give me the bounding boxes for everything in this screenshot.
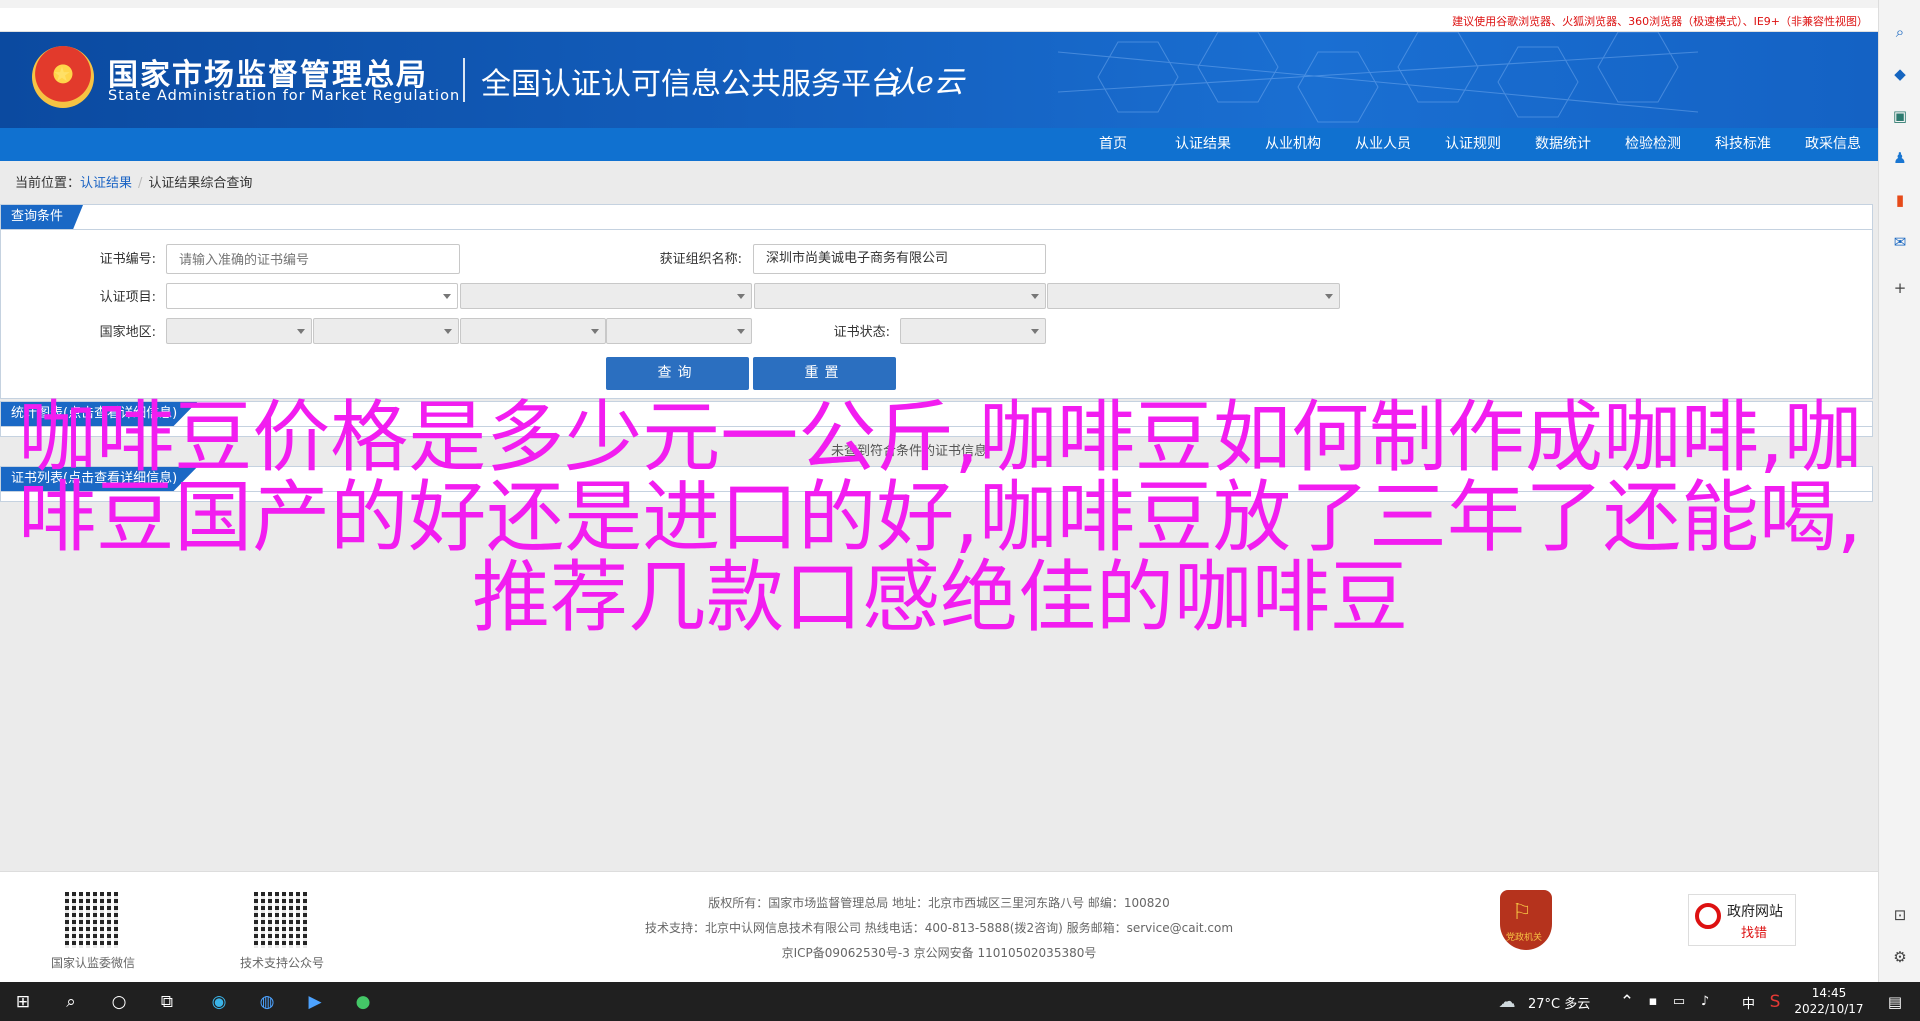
cert-no-input[interactable] [166,244,460,274]
region-label: 国家地区: [99,325,156,340]
app-icon-3[interactable]: ▶ [302,989,328,1015]
nav-inspection[interactable]: 检验检测 [1608,128,1698,161]
header-divider [463,58,465,102]
edge-browser-icon[interactable]: ◉ [196,982,242,1021]
sogou-ime-icon[interactable]: S [1762,989,1788,1015]
breadcrumb-prefix: 当前位置： [15,176,81,191]
volume-icon[interactable]: ♪ [1692,989,1718,1015]
org-name-input[interactable]: 深圳市尚美诚电子商务有限公司 [753,244,1046,274]
chevron-down-icon [1031,329,1039,334]
people-icon[interactable]: ♟ [1890,148,1910,168]
windows-taskbar: ⊞ ⌕ ○ ⧉ ◉ ◍ ▶ ● ☁ 27°C 多云 ⌃ ▪ ▭ ♪ 中 S 14… [0,982,1920,1021]
nav-standards[interactable]: 科技标准 [1698,128,1788,161]
toolbox-icon[interactable]: ▣ [1890,106,1910,126]
nav-statistics[interactable]: 数据统计 [1518,128,1608,161]
nav-rules[interactable]: 认证规则 [1428,128,1518,161]
query-panel-title: 查询条件 [1,205,84,229]
magnifier-icon [1695,903,1721,929]
browser-tip-bar: 建议使用谷歌浏览器、火狐浏览器、360浏览器（极速模式）、IE9+（非兼容性视图… [0,8,1878,32]
chevron-down-icon [1325,294,1333,299]
tray-app-icon[interactable]: ▪ [1640,989,1666,1015]
office-icon[interactable]: ▮ [1890,190,1910,210]
task-view-icon[interactable]: ⧉ [154,989,180,1015]
outlook-icon[interactable]: ✉ [1890,232,1910,252]
browser-top-strip [0,0,1878,8]
report-error-label: 找错 [1741,926,1768,941]
weather-cloud-icon: ☁ [1498,992,1516,1012]
party-gov-badge-text: 党政机关 [1506,933,1543,943]
ime-indicator[interactable]: 中 [1742,993,1755,1012]
status-select[interactable] [900,318,1046,344]
national-emblem-icon: ★ [32,46,94,108]
app-icon-2[interactable]: ◍ [254,989,280,1015]
sidebar-toggle-icon[interactable]: ⊡ [1890,905,1910,925]
cert-no-label: 证书编号: [99,252,156,267]
gov-site-error-report[interactable]: 政府网站 找错 [1688,894,1796,946]
tray-chevron-up-icon[interactable]: ⌃ [1614,989,1640,1015]
site-header: ★ 国家市场监督管理总局 State Administration for Ma… [0,32,1878,128]
chevron-down-icon [443,294,451,299]
tag-icon[interactable]: ◆ [1890,64,1910,84]
chevron-down-icon [737,294,745,299]
search-icon[interactable]: ⌕ [1890,22,1910,42]
region-select-1[interactable] [166,318,312,344]
search-icon[interactable]: ⌕ [58,989,84,1015]
cert-item-select-2[interactable] [460,283,752,309]
cortana-icon[interactable]: ○ [106,989,132,1015]
windows-start-icon[interactable]: ⊞ [10,989,36,1015]
region-select-2[interactable] [313,318,459,344]
rz-cloud-logo: 认e云 [886,65,964,100]
chevron-down-icon [444,329,452,334]
nav-home[interactable]: 首页 [1068,128,1158,161]
clock-time: 14:45 [1811,986,1847,1000]
org-name-en: State Administration for Market Regulati… [108,88,461,104]
nav-cert-results[interactable]: 认证结果 [1158,128,1248,161]
org-name-label: 获证组织名称: [659,252,742,267]
query-panel-header: 查询条件 [1,205,1872,230]
main-nav: 首页 认证结果 从业机构 从业人员 认证规则 数据统计 检验检测 科技标准 政采… [0,128,1878,161]
cert-item-select-1[interactable] [166,283,458,309]
nav-personnel[interactable]: 从业人员 [1338,128,1428,161]
wechat-icon[interactable]: ● [350,989,376,1015]
cert-item-select-3[interactable] [754,283,1046,309]
network-decoration [1058,32,1698,123]
region-select-4[interactable] [606,318,752,344]
taskbar-clock[interactable]: 14:45 2022/10/17 [1790,985,1868,1017]
breadcrumb: 当前位置：认证结果 / 认证结果综合查询 [15,172,252,191]
add-icon[interactable]: + [1890,278,1910,298]
cert-item-select-4[interactable] [1047,283,1340,309]
chevron-down-icon [591,329,599,334]
footer-support: 技术支持：北京中认网信息技术有限公司 热线电话：400-813-5888(拨2咨… [644,921,1234,935]
clock-date: 2022/10/17 [1794,1002,1864,1016]
browser-sidebar: ⌕ ◆ ▣ ♟ ▮ ✉ + ⊡ ⚙ [1878,0,1920,982]
cert-item-label: 认证项目: [99,290,156,305]
footer-icp: 京ICP备09062530号-3 京公网安备 11010502035380号 [781,946,1097,960]
nav-procurement[interactable]: 政采信息 [1788,128,1878,161]
reset-button[interactable]: 重置 [753,357,896,390]
footer-copyright: 版权所有：国家市场监督管理总局 地址：北京市西城区三里河东路八号 邮编：1008… [708,896,1170,910]
chevron-down-icon [737,329,745,334]
browser-tip: 建议使用谷歌浏览器、火狐浏览器、360浏览器（极速模式）、IE9+（非兼容性视图… [1452,15,1868,28]
overlay-headline: 咖啡豆价格是多少元一公斤,咖啡豆如何制作成咖啡,咖啡豆国产的好还是进口的好,咖啡… [18,393,1862,643]
breadcrumb-separator: / [138,176,143,191]
gov-site-label: 政府网站 [1727,904,1783,920]
party-gov-badge-icon[interactable]: ⚐ 党政机关 [1500,890,1552,950]
status-label: 证书状态: [833,325,890,340]
weather-text[interactable]: 27°C 多云 [1528,993,1590,1012]
network-icon[interactable]: ▭ [1666,989,1692,1015]
chevron-down-icon [1031,294,1039,299]
query-button[interactable]: 查询 [606,357,749,390]
breadcrumb-link[interactable]: 认证结果 [80,176,132,191]
chevron-down-icon [297,329,305,334]
platform-title: 全国认证认可信息公共服务平台 [481,67,901,102]
settings-gear-icon[interactable]: ⚙ [1890,947,1910,967]
region-select-3[interactable] [460,318,606,344]
notification-icon[interactable]: ▤ [1882,989,1908,1015]
site-footer: 国家认监委微信 技术支持公众号 版权所有：国家市场监督管理总局 地址：北京市西城… [0,871,1878,982]
breadcrumb-current: 认证结果综合查询 [148,176,253,191]
nav-agencies[interactable]: 从业机构 [1248,128,1338,161]
